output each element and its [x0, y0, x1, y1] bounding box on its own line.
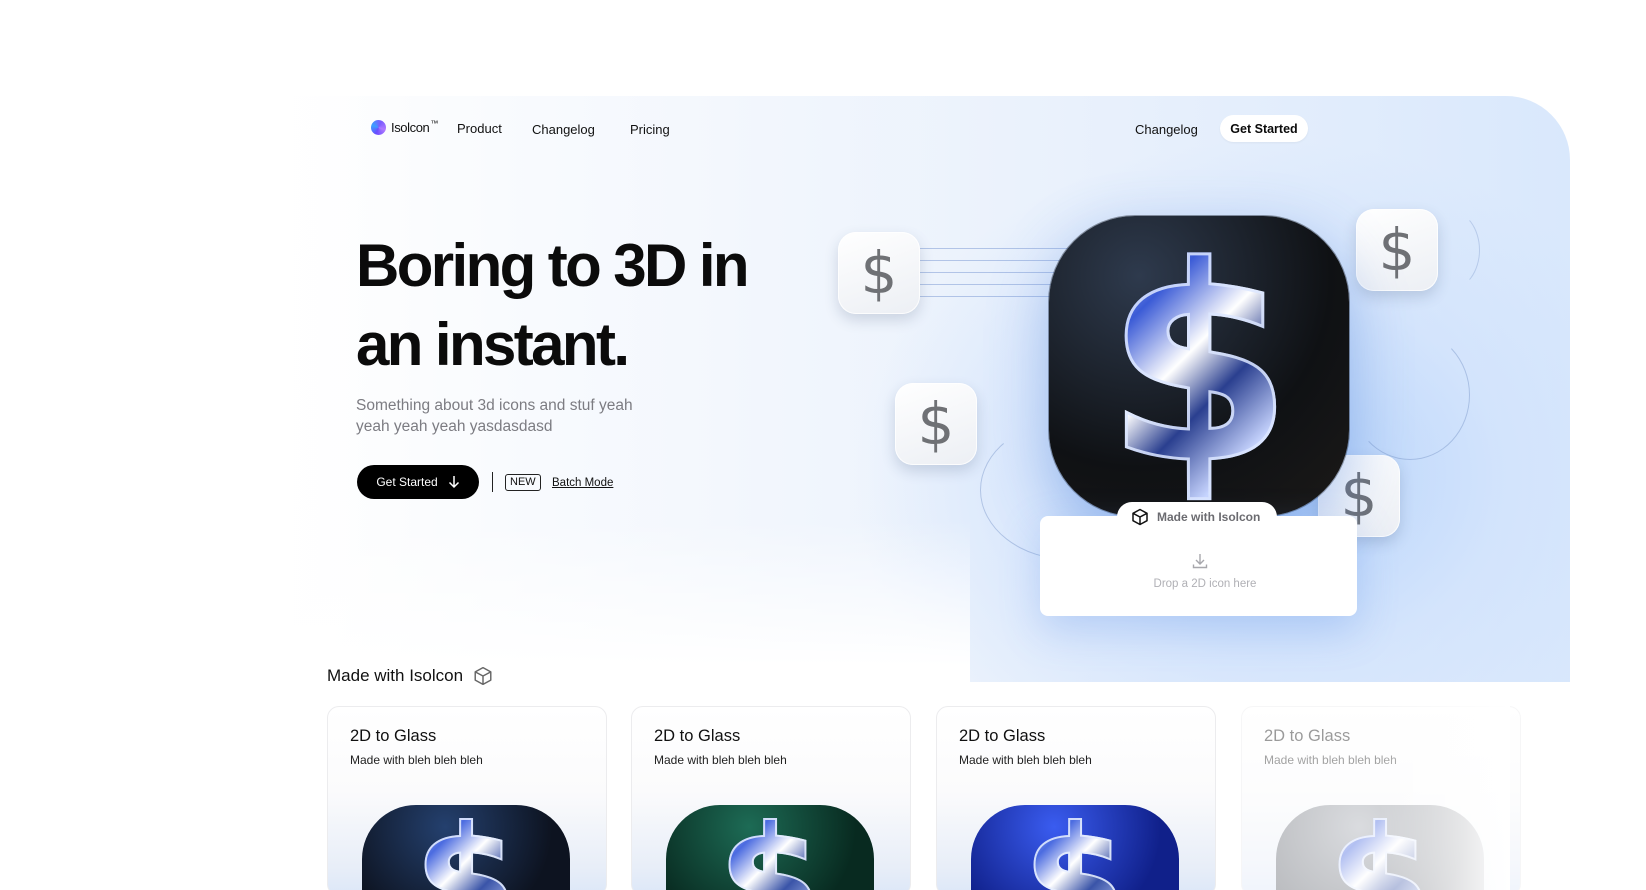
card-title: 2D to Glass — [654, 727, 741, 745]
nav-changelog[interactable]: Changelog — [532, 122, 595, 137]
isolcon-logo-icon — [371, 120, 386, 135]
made-with-label: Made with Isolcon — [1157, 510, 1261, 524]
brand-name: Isolcon — [391, 120, 430, 135]
page-title: Boring to 3D in an instant. — [356, 226, 796, 384]
dollar-tile: $ — [1356, 209, 1438, 291]
headline-line: an instant. — [356, 311, 630, 378]
gallery-card[interactable]: 2D to Glass Made with bleh bleh bleh $ — [936, 706, 1216, 890]
glass-icon-preview: $ — [1049, 216, 1349, 516]
wire-decoration — [920, 272, 1070, 273]
wire-decoration — [920, 260, 1070, 261]
card-thumbnail: $ — [971, 805, 1179, 890]
dollar-icon: $ — [1022, 806, 1128, 890]
wire-decoration — [920, 296, 1070, 297]
card-title: 2D to Glass — [959, 727, 1046, 745]
brand-logo[interactable]: Isolcon ™ — [371, 119, 439, 135]
dollar-tile: $ — [838, 232, 920, 314]
card-title: 2D to Glass — [350, 727, 437, 745]
card-thumbnail: $ — [362, 805, 570, 890]
get-started-button[interactable]: Get Started — [357, 465, 479, 499]
nav-get-started-button[interactable]: Get Started — [1220, 115, 1308, 142]
dollar-icon: $ — [917, 390, 955, 458]
card-subtitle: Made with bleh bleh bleh — [1264, 753, 1397, 767]
download-icon — [1192, 554, 1208, 569]
gallery-title: Made with Isolcon — [327, 666, 493, 686]
dollar-icon: $ — [1104, 208, 1295, 523]
dollar-icon: $ — [717, 806, 823, 890]
arrow-down-icon — [448, 476, 459, 489]
made-with-pill: Made with Isolcon — [1117, 502, 1277, 532]
wire-decoration — [920, 284, 1070, 285]
card-title: 2D to Glass — [1264, 727, 1351, 745]
subtext-line: yeah yeah yeah yasdasdasd — [356, 418, 553, 435]
batch-mode-link[interactable]: Batch Mode — [552, 477, 613, 489]
cube-icon — [474, 666, 492, 686]
card-subtitle: Made with bleh bleh bleh — [959, 753, 1092, 767]
hero-fade — [270, 520, 970, 682]
wire-decoration — [920, 248, 1070, 249]
gallery-card[interactable]: 2D to Glass Made with bleh bleh bleh $ — [631, 706, 911, 890]
card-subtitle: Made with bleh bleh bleh — [350, 753, 483, 767]
divider — [492, 472, 493, 492]
dollar-icon: $ — [1378, 216, 1416, 284]
gallery-card[interactable]: 2D to Glass Made with bleh bleh bleh $ — [327, 706, 607, 890]
dollar-icon: $ — [413, 806, 519, 890]
subtext-line: Something about 3d icons and stuf yeah — [356, 397, 633, 414]
hero-subtext: Something about 3d icons and stuf yeah y… — [356, 395, 676, 437]
card-thumbnail: $ — [666, 805, 874, 890]
nav-product[interactable]: Product — [457, 121, 502, 136]
nav-changelog-right[interactable]: Changelog — [1135, 122, 1198, 137]
dollar-icon: $ — [860, 239, 898, 307]
drop-hint: Drop a 2D icon here — [1153, 578, 1257, 590]
nav-pricing[interactable]: Pricing — [630, 122, 670, 137]
get-started-label: Get Started — [376, 475, 438, 489]
headline-line: Boring to 3D in — [356, 232, 750, 299]
card-subtitle: Made with bleh bleh bleh — [654, 753, 787, 767]
ripple-decoration — [1350, 330, 1470, 460]
gallery-title-text: Made with Isolcon — [327, 666, 464, 685]
gallery-fade — [1380, 700, 1510, 890]
new-badge: NEW — [505, 474, 541, 491]
dollar-tile: $ — [895, 383, 977, 465]
trademark-mark: ™ — [430, 119, 439, 128]
cube-icon — [1132, 508, 1148, 526]
